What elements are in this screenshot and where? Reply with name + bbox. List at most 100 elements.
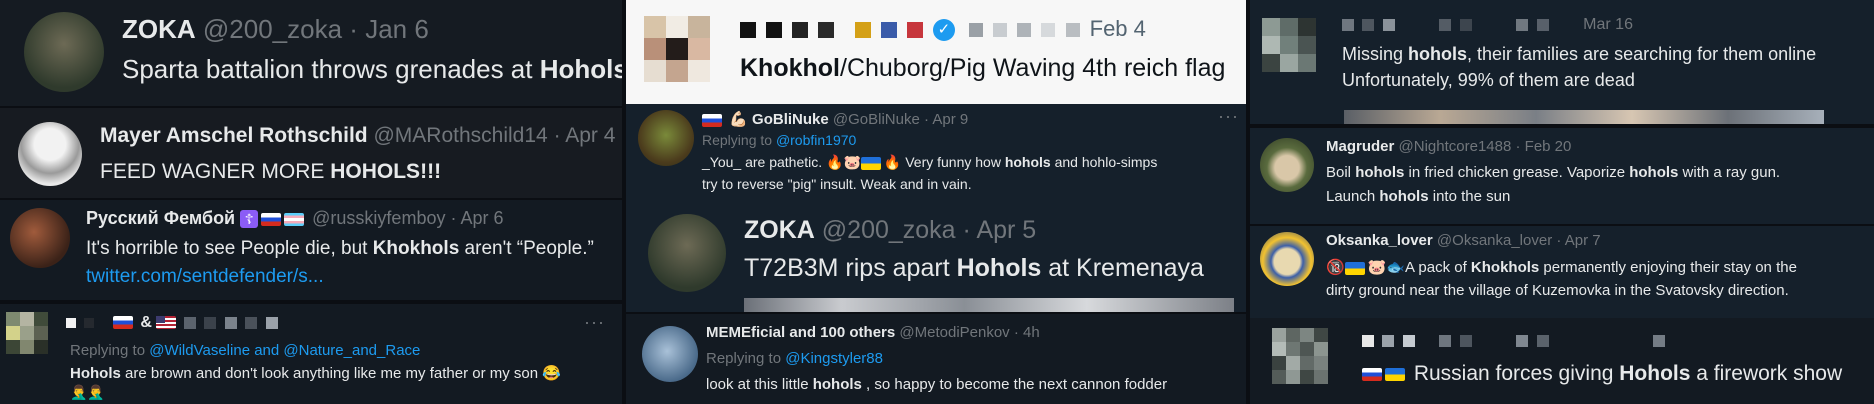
tweet-text: Hohols are brown and don't look anything… <box>70 364 561 382</box>
media-preview[interactable] <box>1344 110 1824 124</box>
tweet-text: Sparta battalion throws grenades at Hoho… <box>122 54 622 85</box>
author-handle[interactable]: @MetodiPenkov <box>899 324 1009 341</box>
more-options-icon[interactable]: ··· <box>1218 106 1239 127</box>
tweet-card-memeficial[interactable]: MEMEficial and 100 others @MetodiPenkov … <box>626 314 1246 404</box>
author-handle[interactable]: @MARothschild14 <box>373 124 547 147</box>
avatar[interactable] <box>24 12 104 92</box>
tweet-card-rothschild[interactable]: Mayer Amschel Rothschild @MARothschild14… <box>0 108 622 198</box>
text-segment: It's horrible to see People die, but <box>86 238 373 259</box>
tweet-header: ✓ Feb 4 <box>740 16 1146 42</box>
text-highlight: HOHOLS <box>330 160 421 183</box>
ukraine-flag-icon <box>1385 367 1405 381</box>
tweet-date[interactable]: Feb 20 <box>1525 138 1572 155</box>
text-segment: Boil <box>1326 164 1356 181</box>
reply-to-link[interactable]: @robfin1970 <box>776 132 856 148</box>
tweet-date[interactable]: Apr 4 <box>565 124 615 147</box>
flexed-bicep-emoji: 💪🏻 <box>729 111 748 128</box>
author-name[interactable]: Mayer Amschel Rothschild <box>100 124 368 147</box>
tweet-card-firework-show[interactable]: Russian forces giving Hohols a firework … <box>1250 318 1874 404</box>
tweet-date[interactable]: Apr 6 <box>461 208 504 228</box>
tweet-date[interactable]: Apr 9 <box>932 111 968 128</box>
avatar[interactable] <box>18 122 82 186</box>
text-segment: aren't “People.” <box>459 238 594 259</box>
reply-to-link[interactable]: @WildVaseline and @Nature_and_Race <box>149 342 420 359</box>
text-highlight: Khokhol <box>740 54 840 82</box>
separator: · <box>553 124 561 147</box>
tweet-card-russkiyfemboy[interactable]: Русский Фембой ☦ @russkiyfemboy · Apr 6 … <box>0 200 622 300</box>
reply-prefix: Replying to <box>70 342 150 359</box>
text-segment: are brown and don't look anything like m… <box>120 365 561 382</box>
author-name[interactable]: Magruder <box>1326 138 1394 155</box>
text-highlight: Hohols <box>1619 362 1691 385</box>
tweet-link[interactable]: twitter.com/sentdefender/s... <box>86 266 324 288</box>
avatar[interactable] <box>648 214 726 292</box>
pig-fish-emoji: 🐷🐟 <box>1367 259 1406 276</box>
tweet-date[interactable]: Apr 5 <box>976 216 1036 244</box>
tweet-text: FEED WAGNER MORE HOHOLS!!! <box>100 160 441 184</box>
author-handle[interactable]: @GoBliNuke <box>833 111 920 128</box>
avatar[interactable] <box>1260 232 1314 286</box>
more-options-icon[interactable]: ··· <box>584 312 605 333</box>
author-handle[interactable]: @200_zoka <box>203 14 342 44</box>
separator: · <box>1013 324 1019 341</box>
tweet-text-line-2: dirty ground near the village of Kuzemov… <box>1326 282 1789 299</box>
redacted-block <box>1382 18 1395 31</box>
redacted-avatar <box>644 16 710 82</box>
redacted-block <box>183 316 196 329</box>
tweet-card-khokhol-flag[interactable]: ✓ Feb 4 Khokhol/Chuborg/Pig Waving 4th r… <box>626 0 1246 104</box>
tweet-header: Oksanka_lover @Oksanka_lover · Apr 7 <box>1326 232 1601 249</box>
redacted-block <box>1439 18 1452 31</box>
tweet-card-zoka-jan6[interactable]: ZOKA @200_zoka · Jan 6 Sparta battalion … <box>0 0 622 106</box>
redacted-block <box>245 316 258 329</box>
reply-to-link[interactable]: @Kingstyler88 <box>785 350 883 367</box>
redacted-block <box>740 22 756 39</box>
author-name[interactable]: ZOKA <box>122 14 196 44</box>
redacted-block <box>224 316 237 329</box>
media-preview[interactable] <box>744 298 1234 312</box>
author-handle[interactable]: @russkiyfemboy <box>312 208 445 228</box>
author-name[interactable]: ZOKA <box>744 216 815 244</box>
redacted-block <box>1516 334 1529 347</box>
text-segment: at Kremenaya <box>1041 254 1204 282</box>
orthodox-cross-icon: ☦ <box>240 210 259 229</box>
author-handle[interactable]: @Oksanka_lover <box>1437 232 1552 249</box>
text-segment: a firework show <box>1690 362 1843 385</box>
author-name[interactable]: GoBliNuke <box>752 111 829 128</box>
redacted-block <box>204 316 217 329</box>
author-name[interactable]: Русский Фембой <box>86 208 235 228</box>
tweet-date[interactable]: Apr 7 <box>1565 232 1601 249</box>
author-name[interactable]: MEMEficial and 100 others <box>706 324 895 341</box>
redacted-block <box>66 317 76 328</box>
tweet-card-zoka-apr5[interactable]: ZOKA @200_zoka · Apr 5 T72B3M rips apart… <box>626 202 1246 312</box>
tweet-card-redacted-reply[interactable]: & ··· Replying to @WildVaseline and @Nat… <box>0 304 622 404</box>
tweet-date[interactable]: 4h <box>1023 324 1040 341</box>
tweet-header: MEMEficial and 100 others @MetodiPenkov … <box>706 324 1040 341</box>
tweet-text-line-2: try to reverse "pig" insult. Weak and in… <box>702 176 972 192</box>
avatar[interactable] <box>10 208 70 268</box>
tweet-header: Mayer Amschel Rothschild @MARothschild14… <box>100 124 615 148</box>
redacted-block <box>818 22 835 39</box>
redacted-block <box>1342 18 1354 31</box>
tweet-card-magruder[interactable]: Magruder @Nightcore1488 · Feb 20 Boil ho… <box>1250 128 1874 224</box>
author-handle[interactable]: @Nightcore1488 <box>1399 138 1512 155</box>
tweet-date[interactable]: Jan 6 <box>365 14 429 44</box>
text-segment: into the sun <box>1428 188 1511 205</box>
avatar[interactable] <box>1260 138 1314 192</box>
trans-flag-icon <box>284 212 305 226</box>
text-segment: /Chuborg/Pig Waving 4th reich flag <box>840 54 1226 82</box>
ampersand: & <box>140 314 152 331</box>
ukraine-flag-icon <box>860 156 881 170</box>
author-handle[interactable]: @200_zoka <box>822 216 956 244</box>
redacted-block <box>1516 18 1529 31</box>
tweet-card-missing-hohols[interactable]: Mar 16 Missing hohols, their families ar… <box>1250 0 1874 124</box>
text-segment: with a ray gun. <box>1678 164 1781 181</box>
author-name[interactable]: Oksanka_lover <box>1326 232 1433 249</box>
tweet-card-oksanka-lover[interactable]: Oksanka_lover @Oksanka_lover · Apr 7 🔞 🐷🐟… <box>1250 226 1874 318</box>
tweet-date[interactable]: Mar 16 <box>1583 16 1633 33</box>
tweet-date[interactable]: Feb 4 <box>1090 16 1146 41</box>
avatar[interactable] <box>638 110 694 166</box>
tweet-text: Russian forces giving Hohols a firework … <box>1362 362 1842 386</box>
ukraine-flag-icon <box>1344 261 1365 275</box>
avatar[interactable] <box>642 326 698 382</box>
tweet-card-goblinuke[interactable]: 💪🏻 GoBliNuke @GoBliNuke · Apr 9 ··· Repl… <box>626 104 1246 202</box>
